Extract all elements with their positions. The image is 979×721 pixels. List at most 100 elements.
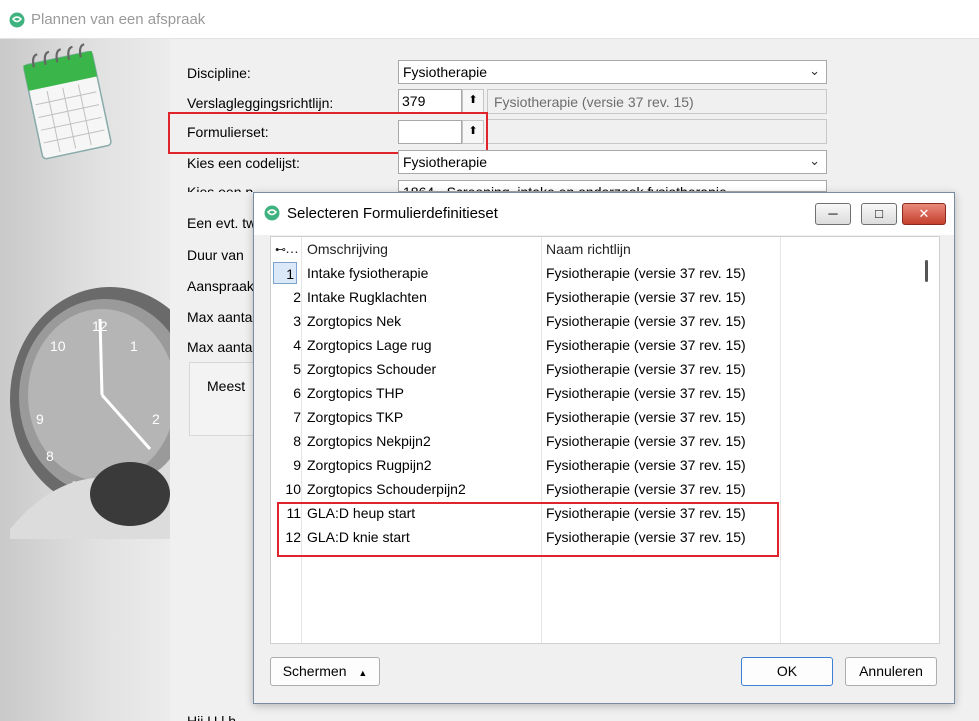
codelijst-dropdown[interactable]: Fysiotherapie ⌄: [398, 150, 827, 174]
table-row[interactable]: 8 Zorgtopics Nekpijn2 Fysiotherapie (versi…: [271, 429, 939, 453]
table-row[interactable]: 5 Zorgtopics Schouder Fysiotherapie (versi…: [271, 357, 939, 381]
richtlijn-name-field: Fysiotherapie (versie 37 rev. 15): [487, 89, 827, 114]
row-omschrijving: Zorgtopics Schouder: [307, 361, 437, 377]
prestatie-value: 1864 - Screening, intake en onderzoek fy…: [403, 184, 727, 192]
meest-label: Meest: [207, 378, 246, 394]
header-omschrijving[interactable]: Omschrijving: [307, 241, 388, 257]
row-number: 6: [293, 385, 301, 401]
row-omschrijving: Zorgtopics Rugpijn2: [307, 457, 432, 473]
row-richtlijn: Fysiotherapie (versie 37 rev. 15): [546, 313, 746, 329]
calendar-icon: [23, 43, 112, 160]
triangle-up-icon: ▲: [358, 668, 368, 678]
row-richtlijn: Fysiotherapie (versie 37 rev. 15): [546, 337, 746, 353]
row-omschrijving: Zorgtopics Nek: [307, 313, 402, 329]
codelijst-label: Kies een codelijst:: [187, 155, 300, 171]
prestatie-dropdown[interactable]: 1864 - Screening, intake en onderzoek fy…: [398, 180, 827, 192]
richtlijn-lookup-button[interactable]: ⬆: [462, 89, 484, 113]
close-icon: ✕: [918, 206, 930, 221]
table-row[interactable]: 10 Zorgtopics Schouderpijn2 Fysiotherapie …: [271, 477, 939, 501]
discipline-dropdown[interactable]: Fysiotherapie ⌄: [398, 60, 827, 84]
row-richtlijn: Fysiotherapie (versie 37 rev. 15): [546, 457, 746, 473]
clock-illustration: 1212 1098 76: [10, 287, 170, 539]
header-richtlijn[interactable]: Naam richtlijn: [546, 241, 631, 257]
row-richtlijn: Fysiotherapie (versie 37 rev. 15): [546, 433, 746, 449]
cancel-button[interactable]: Annuleren: [845, 657, 937, 686]
row-richtlijn: Fysiotherapie (versie 37 rev. 15): [546, 289, 746, 305]
row-number: 8: [293, 433, 301, 449]
window-title: Plannen van een afspraak: [31, 11, 206, 28]
row-number: 2: [293, 289, 301, 305]
grid-header: ⊷ … Omschrijving Naam richtlijn: [271, 237, 939, 261]
row-omschrijving: Zorgtopics Lage rug: [307, 337, 432, 353]
row-omschrijving: Zorgtopics TKP: [307, 409, 404, 425]
row-number: 5: [293, 361, 301, 377]
row-omschrijving: Zorgtopics Nekpijn2: [307, 433, 431, 449]
richtlijn-number-input[interactable]: 379: [398, 89, 462, 113]
codelijst-value: Fysiotherapie: [403, 154, 488, 170]
highlight-formulierset: [168, 112, 488, 154]
row-richtlijn: Fysiotherapie (versie 37 rev. 15): [546, 385, 746, 401]
maximize-icon: □: [875, 206, 883, 221]
row-omschrijving: Intake fysiotherapie: [307, 265, 429, 281]
tw-label: Een evt. tw: [187, 215, 257, 231]
row-richtlijn: Fysiotherapie (versie 37 rev. 15): [546, 361, 746, 377]
maximize-button[interactable]: □: [861, 203, 897, 225]
app-logo-icon: [264, 205, 280, 221]
select-formset-dialog: Selecteren Formulierdefinitieset ─ □ ✕ ⊷…: [253, 192, 955, 704]
minimize-button[interactable]: ─: [815, 203, 851, 225]
row-richtlijn: Fysiotherapie (versie 37 rev. 15): [546, 265, 746, 281]
row-number: 1: [273, 262, 297, 284]
max-aantal-label-1: Max aanta: [187, 309, 253, 325]
meest-groupbox: Meest: [189, 362, 261, 436]
svg-text:10: 10: [50, 338, 66, 354]
discipline-label: Discipline:: [187, 65, 251, 81]
row-richtlijn: Fysiotherapie (versie 37 rev. 15): [546, 409, 746, 425]
richtlijn-label: Verslagleggingsrichtlijn:: [187, 95, 334, 111]
vertical-scrollbar-thumb[interactable]: [925, 260, 928, 282]
formset-grid[interactable]: ⊷ … Omschrijving Naam richtlijn 1 Intake …: [270, 236, 940, 644]
row-omschrijving: Intake Rugklachten: [307, 289, 427, 305]
table-row[interactable]: 2 Intake Rugklachten Fysiotherapie (versie…: [271, 285, 939, 309]
row-number: 9: [293, 457, 301, 473]
aanspraak-label: Aanspraak: [187, 278, 254, 294]
minimize-icon: ─: [828, 206, 838, 221]
formulierset-name-field: [487, 119, 827, 144]
svg-text:9: 9: [36, 411, 44, 427]
table-row[interactable]: 6 Zorgtopics THP Fysiotherapie (versie 37 …: [271, 381, 939, 405]
schermen-label: Schermen: [282, 663, 347, 679]
chevron-down-icon: ⌄: [809, 153, 820, 168]
decorative-side-panel: 1212 1098 76: [0, 39, 170, 721]
table-row[interactable]: 3 Zorgtopics Nek Fysiotherapie (versie 37 …: [271, 309, 939, 333]
duur-label: Duur van: [187, 247, 244, 263]
highlight-glad-rows: [277, 502, 779, 557]
max-aantal-label-2: Max aanta: [187, 339, 253, 355]
svg-text:2: 2: [152, 411, 160, 427]
close-button[interactable]: ✕: [902, 203, 946, 225]
table-row[interactable]: 7 Zorgtopics TKP Fysiotherapie (versie 37 …: [271, 405, 939, 429]
row-omschrijving: Zorgtopics THP: [307, 385, 404, 401]
svg-text:8: 8: [46, 448, 54, 464]
chevron-down-icon: ⌄: [809, 63, 820, 78]
window-titlebar: Plannen van een afspraak: [0, 0, 979, 39]
table-row[interactable]: 1 Intake fysiotherapie Fysiotherapie (vers…: [271, 261, 939, 285]
table-row[interactable]: 9 Zorgtopics Rugpijn2 Fysiotherapie (versi…: [271, 453, 939, 477]
row-richtlijn: Fysiotherapie (versie 37 rev. 15): [546, 481, 746, 497]
prestatie-label: Kies een p: [187, 184, 254, 192]
discipline-value: Fysiotherapie: [403, 64, 488, 80]
app-logo-icon: [9, 12, 25, 28]
row-number: 10: [285, 481, 301, 497]
row-number: 7: [293, 409, 301, 425]
header-num[interactable]: …: [285, 240, 299, 256]
ok-button[interactable]: OK: [741, 657, 833, 686]
row-number: 3: [293, 313, 301, 329]
schermen-button[interactable]: Schermen ▲: [270, 657, 380, 686]
svg-text:1: 1: [130, 338, 138, 354]
dialog-titlebar[interactable]: Selecteren Formulierdefinitieset ─ □ ✕: [254, 193, 954, 235]
row-number: 4: [293, 337, 301, 353]
richtlijn-number: 379: [402, 93, 426, 109]
row-omschrijving: Zorgtopics Schouderpijn2: [307, 481, 466, 497]
bottom-label: Hij U l h: [187, 713, 237, 721]
richtlijn-name: Fysiotherapie (versie 37 rev. 15): [494, 94, 694, 110]
dialog-title: Selecteren Formulierdefinitieset: [287, 205, 498, 222]
table-row[interactable]: 4 Zorgtopics Lage rug Fysiotherapie (versi…: [271, 333, 939, 357]
